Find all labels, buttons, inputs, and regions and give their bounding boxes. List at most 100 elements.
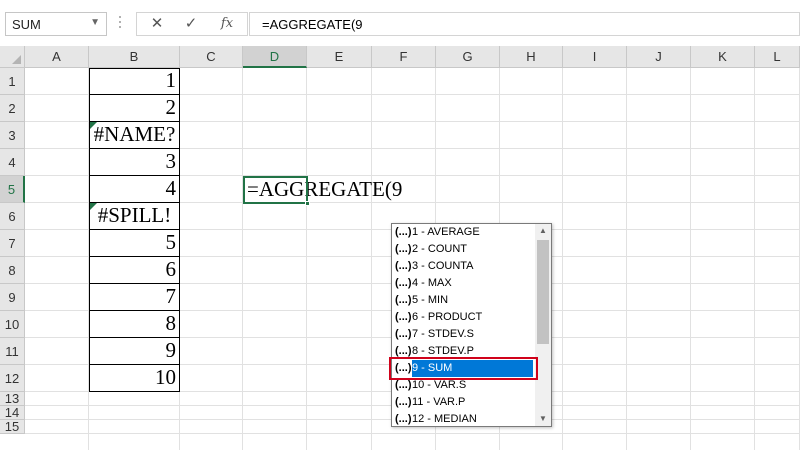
select-all-button[interactable] [0, 46, 25, 68]
cell-value: 7 [165, 284, 177, 308]
row-header-15[interactable]: 15 [0, 420, 25, 434]
name-box[interactable]: SUM ▼ [5, 12, 107, 36]
argument-option-icon: (...) [395, 243, 412, 255]
row-header-10[interactable]: 10 [0, 311, 25, 338]
active-cell-d5[interactable] [243, 176, 308, 204]
row-header-9[interactable]: 9 [0, 284, 25, 311]
formula-buttons: ✕ ✓ fx [136, 12, 248, 36]
autocomplete-item-label: 5 - MIN [412, 294, 449, 306]
cell-b2[interactable]: 2 [89, 95, 180, 122]
column-header-b[interactable]: B [89, 46, 180, 68]
autocomplete-item-label: 12 - MEDIAN [412, 413, 477, 425]
autocomplete-item[interactable]: (...) 5 - MIN [392, 292, 536, 309]
insert-function-button[interactable]: fx [215, 14, 239, 34]
cell-value: 6 [165, 257, 177, 281]
cell-b1[interactable]: 1 [89, 68, 180, 95]
column-header-h[interactable]: H [500, 46, 563, 68]
argument-option-icon: (...) [395, 379, 412, 391]
cell-value: 3 [165, 149, 177, 173]
autocomplete-item[interactable]: (...) 6 - PRODUCT [392, 309, 536, 326]
fill-handle[interactable] [305, 201, 310, 206]
row-header-7[interactable]: 7 [0, 230, 25, 257]
cell-value: 2 [165, 95, 177, 119]
cancel-icon[interactable]: ✕ [145, 14, 169, 34]
argument-option-icon: (...) [395, 260, 412, 272]
autocomplete-item-label: 1 - AVERAGE [412, 226, 480, 238]
column-header-l[interactable]: L [755, 46, 800, 68]
column-header-g[interactable]: G [436, 46, 500, 68]
cell-b11[interactable]: 9 [89, 338, 180, 365]
cell-value: 10 [155, 365, 176, 389]
autocomplete-item-label: 4 - MAX [412, 277, 452, 289]
cell-value: 5 [165, 230, 177, 254]
row-header-12[interactable]: 12 [0, 365, 25, 392]
row-header-2[interactable]: 2 [0, 95, 25, 122]
cell-b9[interactable]: 7 [89, 284, 180, 311]
argument-option-icon: (...) [395, 277, 412, 289]
argument-option-icon: (...) [395, 311, 412, 323]
column-header-i[interactable]: I [563, 46, 627, 68]
function-autocomplete-list[interactable]: ▲ ▼ (...) 1 - AVERAGE (...) 2 - COUNT (...) 3… [389, 223, 552, 428]
cell-b5[interactable]: 4 [89, 176, 180, 203]
autocomplete-item[interactable]: (...) 2 - COUNT [392, 241, 536, 258]
autocomplete-item-label: 3 - COUNTA [412, 260, 474, 272]
autocomplete-item[interactable]: (...) 11 - VAR.P [392, 394, 536, 411]
formula-bar: SUM ▼ ✕ ✓ fx =AGGREGATE(9 [0, 0, 800, 46]
autocomplete-item[interactable]: (...) 9 - SUM [389, 357, 538, 380]
argument-option-icon: (...) [395, 294, 412, 306]
row-header-6[interactable]: 6 [0, 203, 25, 230]
row-header-4[interactable]: 4 [0, 149, 25, 176]
cell-b3[interactable]: #NAME? [89, 122, 180, 149]
autocomplete-item[interactable]: (...) 3 - COUNTA [392, 258, 536, 275]
scrollbar-thumb[interactable] [537, 240, 549, 344]
scroll-down-icon[interactable]: ▼ [535, 412, 551, 426]
name-box-value: SUM [12, 17, 41, 32]
row-header-1[interactable]: 1 [0, 68, 25, 95]
column-header-e[interactable]: E [307, 46, 372, 68]
cell-b8[interactable]: 6 [89, 257, 180, 284]
autocomplete-item[interactable]: (...) 4 - MAX [392, 275, 536, 292]
cell-value: 8 [165, 311, 177, 335]
column-header-k[interactable]: K [691, 46, 755, 68]
chevron-down-icon[interactable]: ▼ [90, 17, 100, 28]
cell-b6[interactable]: #SPILL! [89, 203, 180, 230]
row-header-13[interactable]: 13 [0, 392, 25, 406]
autocomplete-item-label: 2 - COUNT [412, 243, 467, 255]
argument-option-icon: (...) [395, 226, 412, 238]
column-header-f[interactable]: F [372, 46, 436, 68]
autocomplete-item-label: 10 - VAR.S [412, 379, 467, 391]
autocomplete-item[interactable]: (...) 1 - AVERAGE [392, 224, 536, 241]
argument-option-icon: (...) [395, 328, 412, 340]
cell-b4[interactable]: 3 [89, 149, 180, 176]
scroll-up-icon[interactable]: ▲ [535, 224, 551, 238]
scrollbar[interactable]: ▲ ▼ [535, 224, 551, 426]
autocomplete-item[interactable]: (...) 10 - VAR.S [392, 377, 536, 394]
autocomplete-item-label: 7 - STDEV.S [412, 328, 474, 340]
row-header-8[interactable]: 8 [0, 257, 25, 284]
cell-value: #NAME? [93, 122, 176, 146]
row-header-11[interactable]: 11 [0, 338, 25, 365]
column-header-a[interactable]: A [25, 46, 89, 68]
autocomplete-item[interactable]: (...) 12 - MEDIAN [392, 411, 536, 428]
row-header-3[interactable]: 3 [0, 122, 25, 149]
row-header-14[interactable]: 14 [0, 406, 25, 420]
cell-value: #SPILL! [97, 203, 172, 227]
autocomplete-item-label: 11 - VAR.P [412, 396, 466, 408]
cell-value: 4 [165, 176, 177, 200]
drag-handle[interactable] [119, 16, 122, 34]
cell-b10[interactable]: 8 [89, 311, 180, 338]
autocomplete-item[interactable]: (...) 7 - STDEV.S [392, 326, 536, 343]
cell-value: 9 [165, 338, 177, 362]
formula-text: =AGGREGATE(9 [262, 17, 363, 32]
formula-input[interactable]: =AGGREGATE(9 [249, 12, 800, 36]
argument-option-icon: (...) [395, 413, 412, 425]
cell-value: 1 [165, 68, 177, 92]
column-header-d[interactable]: D [243, 46, 307, 68]
column-header-c[interactable]: C [180, 46, 243, 68]
enter-check-icon[interactable]: ✓ [179, 14, 203, 34]
autocomplete-item-label: 6 - PRODUCT [412, 311, 483, 323]
cell-b12[interactable]: 10 [89, 365, 180, 392]
column-header-j[interactable]: J [627, 46, 691, 68]
row-header-5[interactable]: 5 [0, 176, 25, 203]
cell-b7[interactable]: 5 [89, 230, 180, 257]
